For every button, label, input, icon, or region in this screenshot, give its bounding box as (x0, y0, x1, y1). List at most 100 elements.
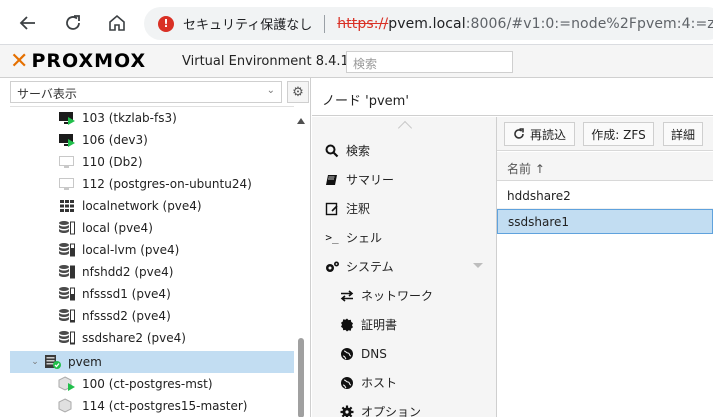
menu-item-hosts[interactable]: ホスト (312, 368, 497, 397)
tree-item-label: localnetwork (pve4) (82, 199, 202, 213)
version-label: Virtual Environment 8.4.1 (182, 54, 349, 69)
url-scheme: https:// (337, 15, 389, 32)
menu-item-summary[interactable]: サマリー (312, 165, 497, 194)
menu-item-label: システム (346, 260, 394, 274)
node-online-icon (44, 354, 62, 370)
terminal-icon: >_ (325, 231, 339, 244)
tree-item-label: nfshdd2 (pve4) (82, 265, 174, 279)
url-text[interactable]: https://pvem.local:8006/#v1:0:=node%2Fpv… (337, 16, 713, 32)
tree-item-vm-103[interactable]: 103 (tkzlab-fs3) (10, 107, 294, 129)
menu-item-label: サマリー (346, 173, 395, 187)
tree-item-label: 100 (ct-postgres-mst) (82, 377, 213, 391)
tree-scrollbar[interactable] (294, 106, 308, 417)
scroll-up-icon[interactable] (297, 118, 305, 124)
menu-item-label: 検索 (346, 144, 371, 158)
tree-item-vm-112[interactable]: 112 (postgres-on-ubuntu24) (10, 173, 294, 195)
home-button[interactable] (102, 8, 132, 38)
globe-icon (339, 346, 355, 362)
tree-item-storage-ssdshare2[interactable]: ssdshare2 (pve4) (10, 327, 294, 349)
view-selector[interactable]: サーバ表示 ⌄ (10, 81, 282, 103)
menu-item-label: シェル (346, 231, 383, 245)
tree-item-label: pvem (68, 355, 102, 369)
page-title: ノード 'pvem' (312, 78, 713, 116)
node-menu: 検索 サマリー 注釈 >_ シェル システム ネットワーク 証明書 DNS ホス… (312, 117, 497, 417)
certificate-icon (339, 317, 355, 333)
vm-stopped-icon (58, 154, 76, 170)
tree-settings-button[interactable]: ⚙ (287, 81, 309, 103)
tree-item-label: local-lvm (pve4) (82, 243, 180, 257)
tree-item-label: ssdshare2 (pve4) (82, 331, 186, 345)
chevron-down-icon: ⌄ (266, 85, 275, 96)
proxmox-logo[interactable]: ✕ PROXMOX (10, 48, 147, 74)
column-header-name[interactable]: 名前 ↑ (497, 152, 713, 181)
tree-item-label: 106 (dev3) (82, 133, 148, 147)
logo-x-icon: ✕ (10, 48, 30, 74)
menu-item-shell[interactable]: >_ シェル (312, 223, 497, 252)
tree-item-localnetwork[interactable]: localnetwork (pve4) (10, 195, 294, 217)
view-selector-value: サーバ表示 (17, 87, 77, 101)
tree-item-label: 114 (ct-postgres15-master) (82, 399, 248, 413)
url-host: pvem.local (388, 15, 466, 32)
logo-text: PROXMOX (31, 50, 147, 72)
tree-item-label: 110 (Db2) (82, 155, 143, 169)
zfs-toolbar: 再読込 作成: ZFS 詳細 (497, 117, 713, 151)
home-icon (109, 14, 125, 31)
tree-item-label: nfsssd1 (pve4) (82, 287, 171, 301)
tree-item-vm-106[interactable]: 106 (dev3) (10, 129, 294, 151)
menu-item-notes[interactable]: 注釈 (312, 194, 497, 223)
menu-item-options[interactable]: オプション (312, 397, 497, 417)
menu-item-label: ネットワーク (361, 289, 434, 303)
scrollbar-thumb[interactable] (298, 338, 304, 417)
menu-item-certificates[interactable]: 証明書 (312, 310, 497, 339)
menu-item-dns[interactable]: DNS (312, 339, 497, 368)
reload-icon (66, 15, 80, 30)
tree-item-label: nfsssd2 (pve4) (82, 309, 171, 323)
detail-button[interactable]: 詳細 (663, 122, 703, 146)
ct-running-icon (58, 376, 76, 392)
table-row[interactable]: hddshare2 (497, 184, 713, 209)
menu-item-network[interactable]: ネットワーク (312, 281, 497, 310)
tree-item-ct-100[interactable]: 100 (ct-postgres-mst) (10, 373, 294, 395)
storage-icon (58, 330, 76, 346)
create-zfs-button[interactable]: 作成: ZFS (583, 122, 654, 146)
chevron-down-icon[interactable] (473, 263, 483, 268)
vm-running-icon (58, 132, 76, 148)
chevron-up-icon[interactable] (397, 120, 413, 136)
tree-item-vm-110[interactable]: 110 (Db2) (10, 151, 294, 173)
tree-item-storage-nfsssd1[interactable]: nfsssd1 (pve4) (10, 283, 294, 305)
ct-icon (58, 398, 76, 414)
menu-item-label: オプション (361, 405, 422, 417)
back-button[interactable] (13, 8, 43, 38)
reload-button[interactable]: 再読込 (504, 122, 575, 146)
tree-item-ct-114[interactable]: 114 (ct-postgres15-master) (10, 395, 294, 417)
tree-item-storage-nfshdd2[interactable]: nfshdd2 (pve4) (10, 261, 294, 283)
book-icon (324, 172, 340, 188)
app-header: ✕ PROXMOX Virtual Environment 8.4.1 検索 (0, 45, 713, 78)
browser-toolbar: ! セキュリティ保護なし https://pvem.local:8006/#v1… (0, 0, 713, 45)
note-icon (324, 201, 340, 217)
search-input[interactable]: 検索 (346, 51, 513, 73)
globe-icon (339, 375, 355, 391)
storage-icon (58, 308, 76, 324)
table-row-selected[interactable]: ssdshare1 (497, 209, 713, 234)
reload-button[interactable] (58, 8, 88, 38)
create-zfs-label: 作成: ZFS (591, 127, 646, 142)
search-icon (324, 143, 340, 159)
tree-item-label: 103 (tkzlab-fs3) (82, 111, 177, 125)
tree-item-storage-nfsssd2[interactable]: nfsssd2 (pve4) (10, 305, 294, 327)
detail-label: 詳細 (671, 127, 696, 142)
menu-item-label: 注釈 (346, 202, 371, 216)
gear-icon: ⚙ (292, 84, 304, 100)
chevron-down-icon: ⌄ (31, 357, 39, 367)
menu-item-search[interactable]: 検索 (312, 136, 497, 165)
tree-item-storage-local[interactable]: local (pve4) (10, 217, 294, 239)
exchange-icon (339, 288, 355, 304)
menu-item-label: DNS (361, 346, 387, 361)
tree-item-storage-local-lvm[interactable]: local-lvm (pve4) (10, 239, 294, 261)
not-secure-icon: ! (158, 15, 174, 32)
menu-item-system[interactable]: システム (312, 252, 497, 281)
security-label[interactable]: セキュリティ保護なし (183, 14, 312, 33)
tree-item-node-pvem[interactable]: ⌄ pvem (10, 351, 294, 373)
gear-icon (339, 404, 355, 417)
address-bar[interactable]: ! セキュリティ保護なし https://pvem.local:8006/#v1… (144, 7, 713, 40)
